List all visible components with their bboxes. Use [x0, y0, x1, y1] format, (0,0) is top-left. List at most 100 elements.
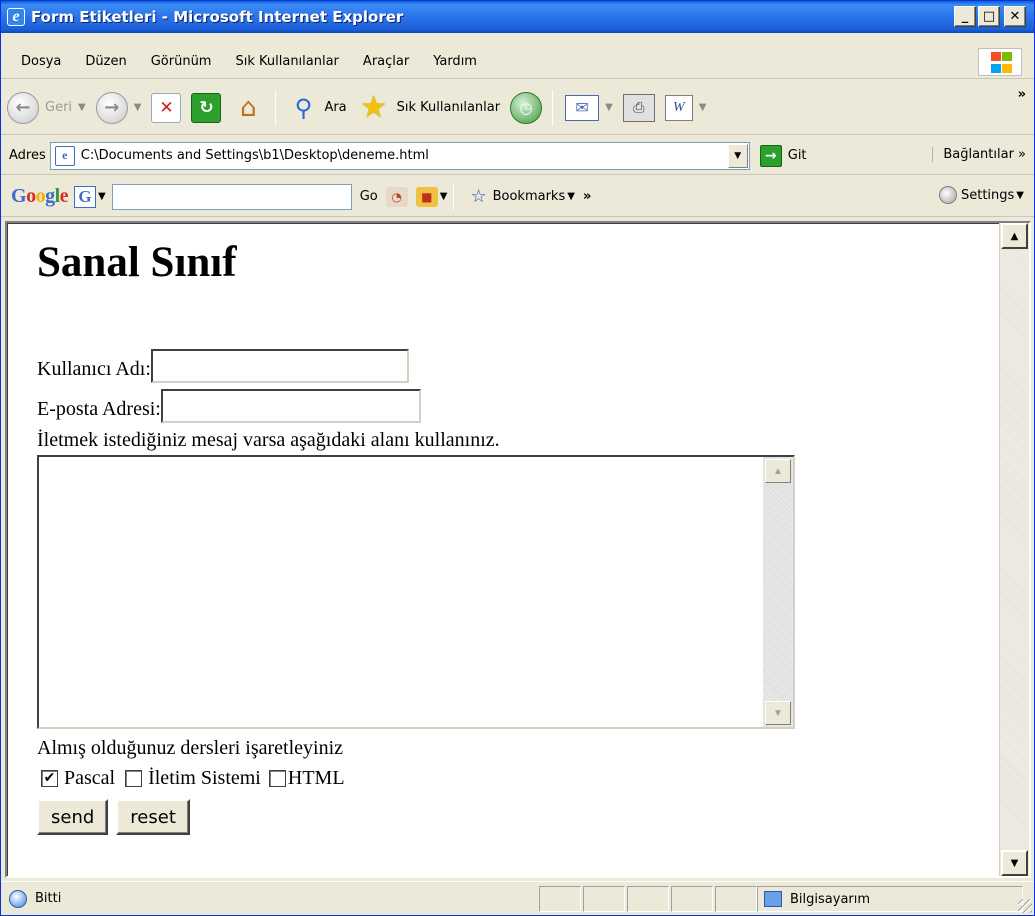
history-button[interactable]: ◷ [506, 86, 546, 130]
standard-toolbar: ← Geri ▼ → ▼ ✕ ↻ ⌂ ⚲ Ara ★ Sık Kullanıla… [1, 81, 1034, 135]
window-controls: _ □ ✕ [954, 6, 1026, 27]
google-logo[interactable]: Google [11, 185, 69, 208]
home-icon: ⌂ [240, 92, 257, 123]
popup-blocker-icon[interactable]: ■ [415, 186, 438, 207]
maximize-button[interactable]: □ [978, 6, 1000, 27]
address-bar: Adres e C:\Documents and Settings\b1\Des… [1, 137, 1034, 175]
bookmarks-label: Bookmarks [492, 189, 566, 204]
form-buttons: send reset [37, 799, 987, 835]
minimize-button[interactable]: _ [954, 6, 976, 27]
textarea-scrollbar[interactable]: ▲ ▼ [763, 457, 793, 727]
pagerank-icon[interactable]: ◔ [385, 186, 408, 207]
word-icon: W [664, 94, 693, 121]
send-button[interactable]: send [37, 799, 109, 835]
edit-button[interactable]: W ▼ [661, 86, 711, 130]
status-panes [539, 886, 759, 912]
google-g-icon[interactable]: G [74, 185, 97, 208]
menu-edit[interactable]: Düzen [85, 54, 126, 69]
ie-icon: e [7, 8, 25, 26]
window-title: Form Etiketleri - Microsoft Internet Exp… [31, 8, 404, 26]
toolbar-overflow-icon[interactable]: » [1018, 87, 1026, 102]
print-button[interactable]: ⎙ [619, 86, 659, 130]
zone-label: Bilgisayarım [790, 891, 871, 907]
google-go-button[interactable]: Go [360, 189, 378, 204]
menu-view[interactable]: Görünüm [151, 54, 212, 69]
chevron-down-icon[interactable]: ▼ [134, 102, 142, 113]
search-icon: ⚲ [294, 93, 313, 122]
favorites-label: Sık Kullanılanlar [396, 100, 501, 115]
go-label: Git [787, 148, 807, 163]
chevron-down-icon: ▼ [567, 191, 575, 202]
google-overflow-icon[interactable]: » [583, 189, 591, 204]
back-button[interactable]: ← Geri ▼ [3, 86, 90, 130]
toolbar-separator [552, 89, 554, 126]
favorites-button[interactable]: ★ Sık Kullanılanlar [353, 86, 504, 130]
status-pane [715, 886, 757, 912]
address-input[interactable]: e C:\Documents and Settings\b1\Desktop\d… [49, 141, 750, 170]
star-icon: ★ [360, 90, 388, 125]
settings-button[interactable]: Settings ▼ [938, 186, 1024, 204]
username-label: Kullanıcı Adı: [37, 358, 151, 380]
message-textarea[interactable]: ▲ ▼ [37, 455, 795, 729]
home-button[interactable]: ⌂ [227, 86, 269, 130]
email-label: E-posta Adresi: [37, 398, 161, 420]
courses-checkbox-row: ✔ Pascal İletim Sistemi HTML [37, 763, 987, 793]
menu-help[interactable]: Yardım [433, 54, 477, 69]
pascal-checkbox[interactable]: ✔ [41, 769, 58, 787]
links-button[interactable]: Bağlantılar » [932, 147, 1026, 162]
stop-button[interactable]: ✕ [147, 86, 185, 130]
pascal-label: Pascal [64, 766, 116, 789]
computer-icon [764, 891, 782, 907]
email-input[interactable] [160, 389, 421, 423]
google-toolbar: Google G ▼ Go ◔ ■ ▼ ☆ Bookmarks ▼ » Sett… [1, 177, 1034, 217]
forward-button[interactable]: → ▼ [92, 86, 146, 130]
html-label: HTML [287, 766, 345, 789]
title-bar[interactable]: e Form Etiketleri - Microsoft Internet E… [1, 1, 1034, 33]
chevron-down-icon[interactable]: ▼ [78, 102, 86, 113]
scroll-down-icon[interactable]: ▼ [1001, 850, 1028, 876]
toolbar-separator [453, 183, 455, 210]
scrollbar-track[interactable] [1000, 251, 1029, 848]
menu-tools[interactable]: Araçlar [363, 54, 409, 69]
google-search-input[interactable] [111, 183, 352, 210]
resize-grip-icon[interactable] [1018, 899, 1032, 913]
chevron-down-icon[interactable]: ▼ [98, 191, 106, 202]
status-text: Bitti [35, 891, 62, 906]
chevron-down-icon[interactable]: ▼ [440, 191, 448, 202]
username-input[interactable] [150, 349, 409, 383]
back-arrow-icon: ← [7, 91, 39, 124]
chevron-down-icon[interactable]: ▼ [699, 102, 707, 113]
ie-status-icon [9, 889, 27, 908]
menu-favorites[interactable]: Sık Kullanılanlar [235, 54, 338, 69]
chevron-down-icon[interactable]: ▼ [605, 102, 613, 113]
address-value: C:\Documents and Settings\b1\Desktop\den… [80, 148, 429, 163]
close-button[interactable]: ✕ [1004, 6, 1026, 27]
message-hint: İletmek istediğiniz mesaj varsa aşağıdak… [37, 429, 500, 451]
status-pane [627, 886, 669, 912]
mail-button[interactable]: ✉ ▼ [561, 86, 617, 130]
courses-label: Almış olduğunuz dersleri işaretleyiniz [37, 737, 344, 759]
scroll-down-icon[interactable]: ▼ [765, 701, 791, 725]
go-arrow-icon: → [759, 144, 782, 167]
refresh-icon: ↻ [191, 92, 222, 123]
browser-window: e Form Etiketleri - Microsoft Internet E… [0, 0, 1035, 916]
reset-button[interactable]: reset [116, 799, 190, 835]
html-checkbox[interactable] [268, 769, 286, 787]
iletim-sistemi-checkbox[interactable] [125, 769, 143, 787]
go-button[interactable]: → Git [759, 144, 807, 167]
scroll-up-icon[interactable]: ▲ [1001, 223, 1028, 249]
status-pane [583, 886, 625, 912]
bookmark-star-icon: ☆ [470, 186, 487, 207]
refresh-button[interactable]: ↻ [187, 86, 225, 130]
page-scrollbar[interactable]: ▲ ▼ [999, 223, 1029, 876]
settings-icon [938, 186, 957, 204]
back-label: Geri [45, 100, 73, 115]
menu-file[interactable]: Dosya [21, 54, 61, 69]
bookmarks-button[interactable]: ☆ Bookmarks ▼ » [470, 186, 591, 207]
search-button[interactable]: ⚲ Ara [284, 86, 350, 130]
stop-icon: ✕ [151, 92, 182, 123]
address-dropdown-button[interactable]: ▼ [727, 143, 748, 168]
status-pane [539, 886, 581, 912]
page-content: Sanal Sınıf Kullanıcı Adı: E-posta Adres… [37, 237, 987, 835]
scroll-up-icon[interactable]: ▲ [765, 459, 791, 483]
